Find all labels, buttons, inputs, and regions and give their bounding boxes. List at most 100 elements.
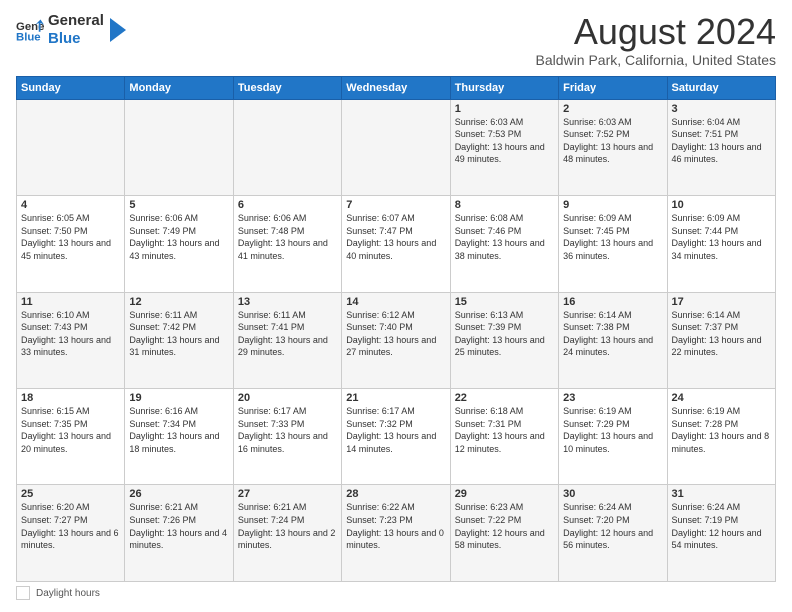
col-sunday: Sunday <box>17 76 125 99</box>
day-info: Sunrise: 6:15 AM Sunset: 7:35 PM Dayligh… <box>21 405 120 455</box>
day-number: 15 <box>455 296 554 308</box>
page: General Blue General Blue August 2024 Ba… <box>0 0 792 612</box>
table-row: 2Sunrise: 6:03 AM Sunset: 7:52 PM Daylig… <box>559 99 667 195</box>
table-row <box>17 99 125 195</box>
table-row: 11Sunrise: 6:10 AM Sunset: 7:43 PM Dayli… <box>17 292 125 388</box>
day-number: 6 <box>238 199 337 211</box>
calendar-week-row: 1Sunrise: 6:03 AM Sunset: 7:53 PM Daylig… <box>17 99 776 195</box>
day-number: 17 <box>672 296 771 308</box>
calendar-week-row: 4Sunrise: 6:05 AM Sunset: 7:50 PM Daylig… <box>17 196 776 292</box>
table-row: 21Sunrise: 6:17 AM Sunset: 7:32 PM Dayli… <box>342 389 450 485</box>
day-number: 7 <box>346 199 445 211</box>
calendar-header-row: Sunday Monday Tuesday Wednesday Thursday… <box>17 76 776 99</box>
day-number: 24 <box>672 392 771 404</box>
day-info: Sunrise: 6:14 AM Sunset: 7:37 PM Dayligh… <box>672 309 771 359</box>
day-info: Sunrise: 6:03 AM Sunset: 7:52 PM Dayligh… <box>563 116 662 166</box>
day-number: 25 <box>21 488 120 500</box>
day-info: Sunrise: 6:04 AM Sunset: 7:51 PM Dayligh… <box>672 116 771 166</box>
table-row: 6Sunrise: 6:06 AM Sunset: 7:48 PM Daylig… <box>233 196 341 292</box>
day-number: 29 <box>455 488 554 500</box>
table-row: 9Sunrise: 6:09 AM Sunset: 7:45 PM Daylig… <box>559 196 667 292</box>
day-number: 8 <box>455 199 554 211</box>
day-info: Sunrise: 6:24 AM Sunset: 7:19 PM Dayligh… <box>672 501 771 551</box>
table-row: 29Sunrise: 6:23 AM Sunset: 7:22 PM Dayli… <box>450 485 558 582</box>
day-info: Sunrise: 6:11 AM Sunset: 7:41 PM Dayligh… <box>238 309 337 359</box>
day-number: 19 <box>129 392 228 404</box>
day-number: 9 <box>563 199 662 211</box>
day-number: 26 <box>129 488 228 500</box>
day-number: 10 <box>672 199 771 211</box>
logo: General Blue General Blue <box>16 12 128 48</box>
table-row: 18Sunrise: 6:15 AM Sunset: 7:35 PM Dayli… <box>17 389 125 485</box>
calendar-week-row: 18Sunrise: 6:15 AM Sunset: 7:35 PM Dayli… <box>17 389 776 485</box>
table-row: 1Sunrise: 6:03 AM Sunset: 7:53 PM Daylig… <box>450 99 558 195</box>
day-info: Sunrise: 6:18 AM Sunset: 7:31 PM Dayligh… <box>455 405 554 455</box>
table-row: 19Sunrise: 6:16 AM Sunset: 7:34 PM Dayli… <box>125 389 233 485</box>
calendar-week-row: 11Sunrise: 6:10 AM Sunset: 7:43 PM Dayli… <box>17 292 776 388</box>
day-number: 13 <box>238 296 337 308</box>
header: General Blue General Blue August 2024 Ba… <box>16 12 776 68</box>
table-row: 7Sunrise: 6:07 AM Sunset: 7:47 PM Daylig… <box>342 196 450 292</box>
calendar-table: Sunday Monday Tuesday Wednesday Thursday… <box>16 76 776 582</box>
day-info: Sunrise: 6:05 AM Sunset: 7:50 PM Dayligh… <box>21 212 120 262</box>
logo-icon: General Blue <box>16 16 44 44</box>
day-number: 31 <box>672 488 771 500</box>
day-number: 1 <box>455 103 554 115</box>
day-number: 4 <box>21 199 120 211</box>
table-row <box>233 99 341 195</box>
day-info: Sunrise: 6:17 AM Sunset: 7:33 PM Dayligh… <box>238 405 337 455</box>
day-number: 14 <box>346 296 445 308</box>
day-number: 28 <box>346 488 445 500</box>
logo-arrow-icon <box>108 16 128 44</box>
logo-general: General <box>48 12 104 30</box>
col-saturday: Saturday <box>667 76 775 99</box>
table-row: 30Sunrise: 6:24 AM Sunset: 7:20 PM Dayli… <box>559 485 667 582</box>
table-row <box>125 99 233 195</box>
table-row: 31Sunrise: 6:24 AM Sunset: 7:19 PM Dayli… <box>667 485 775 582</box>
day-info: Sunrise: 6:06 AM Sunset: 7:49 PM Dayligh… <box>129 212 228 262</box>
calendar-week-row: 25Sunrise: 6:20 AM Sunset: 7:27 PM Dayli… <box>17 485 776 582</box>
day-info: Sunrise: 6:24 AM Sunset: 7:20 PM Dayligh… <box>563 501 662 551</box>
table-row: 25Sunrise: 6:20 AM Sunset: 7:27 PM Dayli… <box>17 485 125 582</box>
day-info: Sunrise: 6:10 AM Sunset: 7:43 PM Dayligh… <box>21 309 120 359</box>
table-row: 8Sunrise: 6:08 AM Sunset: 7:46 PM Daylig… <box>450 196 558 292</box>
day-number: 2 <box>563 103 662 115</box>
table-row: 28Sunrise: 6:22 AM Sunset: 7:23 PM Dayli… <box>342 485 450 582</box>
day-info: Sunrise: 6:07 AM Sunset: 7:47 PM Dayligh… <box>346 212 445 262</box>
day-info: Sunrise: 6:09 AM Sunset: 7:45 PM Dayligh… <box>563 212 662 262</box>
day-info: Sunrise: 6:14 AM Sunset: 7:38 PM Dayligh… <box>563 309 662 359</box>
location: Baldwin Park, California, United States <box>536 52 776 68</box>
day-info: Sunrise: 6:23 AM Sunset: 7:22 PM Dayligh… <box>455 501 554 551</box>
day-number: 22 <box>455 392 554 404</box>
day-info: Sunrise: 6:13 AM Sunset: 7:39 PM Dayligh… <box>455 309 554 359</box>
day-info: Sunrise: 6:22 AM Sunset: 7:23 PM Dayligh… <box>346 501 445 551</box>
day-number: 16 <box>563 296 662 308</box>
day-info: Sunrise: 6:19 AM Sunset: 7:29 PM Dayligh… <box>563 405 662 455</box>
table-row: 24Sunrise: 6:19 AM Sunset: 7:28 PM Dayli… <box>667 389 775 485</box>
col-monday: Monday <box>125 76 233 99</box>
table-row: 17Sunrise: 6:14 AM Sunset: 7:37 PM Dayli… <box>667 292 775 388</box>
table-row: 3Sunrise: 6:04 AM Sunset: 7:51 PM Daylig… <box>667 99 775 195</box>
day-info: Sunrise: 6:19 AM Sunset: 7:28 PM Dayligh… <box>672 405 771 455</box>
table-row: 14Sunrise: 6:12 AM Sunset: 7:40 PM Dayli… <box>342 292 450 388</box>
col-wednesday: Wednesday <box>342 76 450 99</box>
day-number: 27 <box>238 488 337 500</box>
day-number: 30 <box>563 488 662 500</box>
table-row: 26Sunrise: 6:21 AM Sunset: 7:26 PM Dayli… <box>125 485 233 582</box>
day-info: Sunrise: 6:21 AM Sunset: 7:26 PM Dayligh… <box>129 501 228 551</box>
table-row: 16Sunrise: 6:14 AM Sunset: 7:38 PM Dayli… <box>559 292 667 388</box>
table-row: 22Sunrise: 6:18 AM Sunset: 7:31 PM Dayli… <box>450 389 558 485</box>
svg-text:Blue: Blue <box>16 32 41 44</box>
day-number: 3 <box>672 103 771 115</box>
day-info: Sunrise: 6:11 AM Sunset: 7:42 PM Dayligh… <box>129 309 228 359</box>
logo-blue: Blue <box>48 30 104 48</box>
col-tuesday: Tuesday <box>233 76 341 99</box>
day-info: Sunrise: 6:06 AM Sunset: 7:48 PM Dayligh… <box>238 212 337 262</box>
daylight-box <box>16 586 30 600</box>
day-info: Sunrise: 6:16 AM Sunset: 7:34 PM Dayligh… <box>129 405 228 455</box>
table-row: 13Sunrise: 6:11 AM Sunset: 7:41 PM Dayli… <box>233 292 341 388</box>
table-row: 15Sunrise: 6:13 AM Sunset: 7:39 PM Dayli… <box>450 292 558 388</box>
footer: Daylight hours <box>16 586 776 600</box>
day-info: Sunrise: 6:20 AM Sunset: 7:27 PM Dayligh… <box>21 501 120 551</box>
col-thursday: Thursday <box>450 76 558 99</box>
